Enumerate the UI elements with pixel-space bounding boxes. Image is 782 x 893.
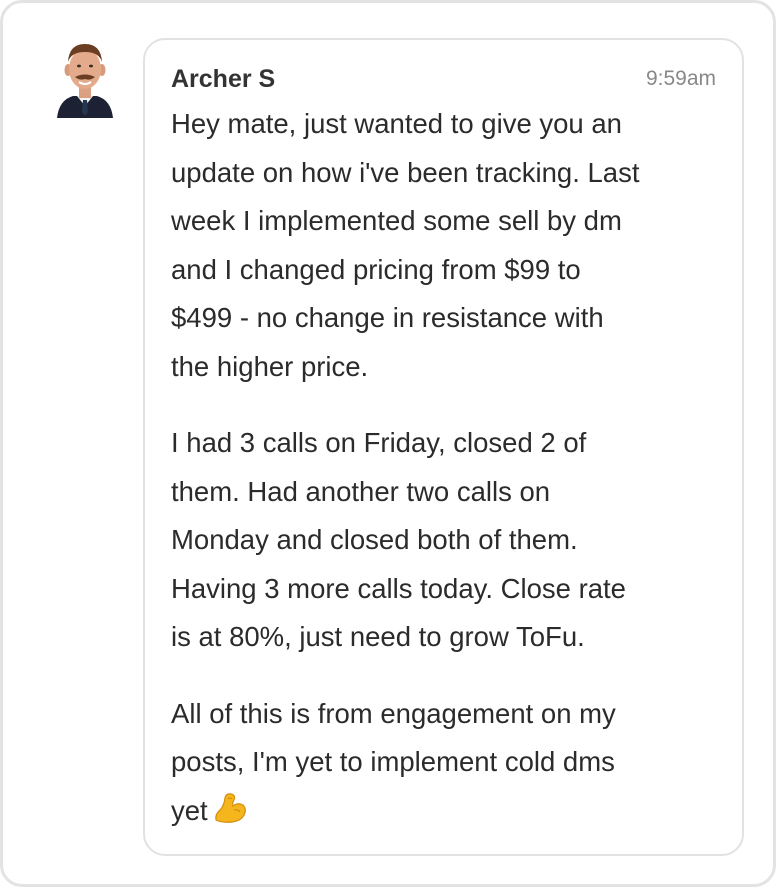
flexed-biceps-icon (212, 790, 248, 826)
avatar[interactable] (55, 40, 115, 118)
avatar-portrait-icon (57, 44, 113, 118)
message-card: Archer S 9:59am Hey mate, just wanted to… (0, 0, 776, 887)
message-timestamp: 9:59am (645, 67, 716, 90)
message-bubble: Archer S 9:59am Hey mate, just wanted to… (143, 38, 744, 856)
message-paragraph-3: All of this is from engagement on my pos… (171, 690, 716, 836)
sender-name[interactable]: Archer S (171, 64, 275, 94)
message-paragraph-2: I had 3 calls on Friday, closed 2 of the… (171, 427, 626, 652)
message-paragraph-1: Hey mate, just wanted to give you an upd… (171, 108, 640, 382)
message-header: Archer S 9:59am (171, 64, 716, 100)
message-body: Hey mate, just wanted to give you an upd… (171, 100, 716, 835)
